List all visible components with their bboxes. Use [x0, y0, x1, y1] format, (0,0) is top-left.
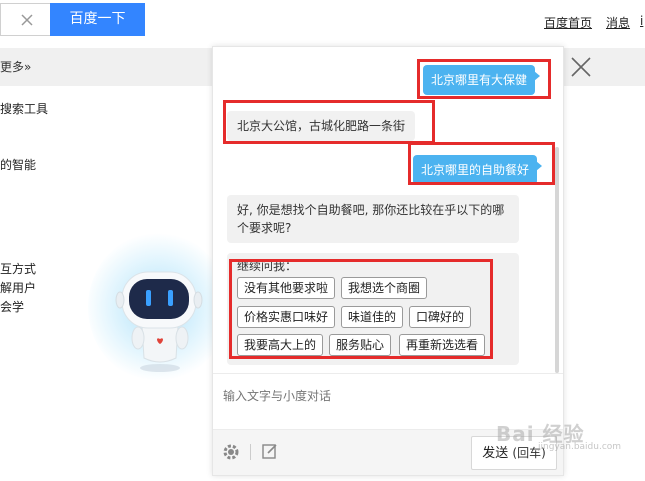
search-button[interactable]: 百度一下: [50, 3, 145, 36]
messages-link[interactable]: 消息: [606, 14, 630, 31]
more-link[interactable]: 更多»: [0, 58, 31, 75]
close-icon[interactable]: [566, 52, 596, 82]
more-top-link[interactable]: i: [640, 14, 643, 28]
highlight-box: [408, 142, 555, 185]
home-link[interactable]: 百度首页: [544, 14, 592, 31]
bg-text-line: 的智能: [0, 158, 37, 172]
search-input[interactable]: [0, 3, 50, 36]
scrollbar[interactable]: [555, 147, 559, 373]
toolbar-divider: [250, 444, 251, 460]
bg-text-line: 解用户: [0, 281, 37, 295]
highlight-box: [223, 100, 435, 144]
bg-text-line: 会学: [0, 300, 25, 314]
edit-icon[interactable]: [261, 442, 279, 460]
bot-message: 好, 你是想找个自助餐吧, 那你还比较在乎以下的哪个要求呢?: [227, 195, 519, 243]
highlight-box: [229, 259, 493, 359]
gear-icon[interactable]: [221, 442, 241, 462]
send-label: 发送: [482, 446, 509, 461]
bg-text-line: 互方式: [0, 262, 37, 276]
chat-panel: 北京哪里有大保健 北京大公馆，古城化肥路一条街 北京哪里的自助餐好 好, 你是想…: [212, 46, 564, 476]
bg-text-line: 搜索工具: [0, 102, 49, 116]
page: 百度一下 百度首页 消息 i 更多» 搜索工具 的智能 互方式 解用户 会学 北…: [0, 0, 645, 481]
message-list: 北京哪里有大保健 北京大公馆，古城化肥路一条街 北京哪里的自助餐好 好, 你是想…: [213, 47, 563, 373]
top-bar: 百度一下 百度首页 消息 i: [0, 0, 645, 40]
chat-input[interactable]: [223, 386, 543, 406]
clear-icon[interactable]: [19, 12, 35, 28]
robot-avatar[interactable]: [112, 266, 208, 374]
highlight-box: [417, 59, 551, 99]
watermark-url: jingyan.baidu.com: [538, 442, 622, 452]
